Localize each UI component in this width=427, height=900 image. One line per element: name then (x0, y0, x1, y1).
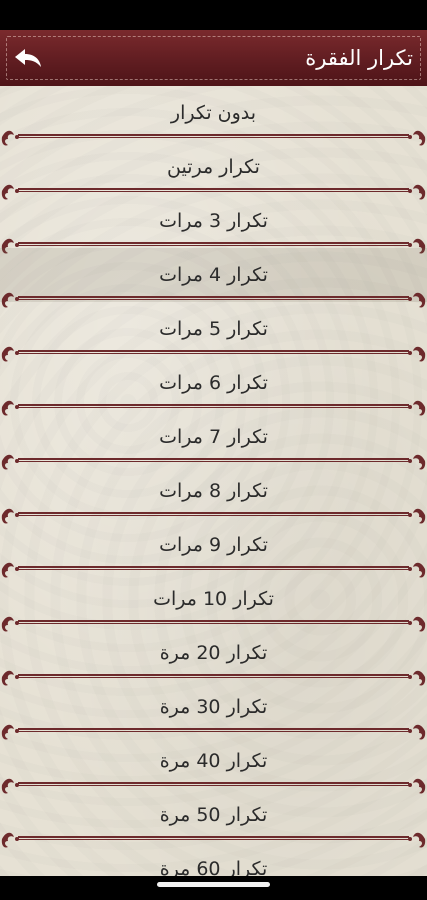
row-divider (18, 242, 409, 246)
row-divider (18, 134, 409, 138)
list-item-label: تكرار 20 مرة (159, 642, 268, 664)
row-divider (18, 620, 409, 624)
list-item-twice[interactable]: تكرار مرتين (0, 140, 427, 200)
list-item-label: تكرار 8 مرات (159, 480, 268, 502)
row-divider (18, 458, 409, 462)
list-item-label: تكرار 3 مرات (159, 210, 268, 232)
list-item-60-times[interactable]: تكرار 60 مرة (0, 842, 427, 876)
status-bar (0, 0, 427, 30)
list-item-6-times[interactable]: تكرار 6 مرات (0, 356, 427, 416)
row-divider (18, 566, 409, 570)
list-item-label: تكرار 30 مرة (159, 696, 268, 718)
list-item-8-times[interactable]: تكرار 8 مرات (0, 464, 427, 524)
list-item-label: تكرار 60 مرة (159, 858, 268, 876)
row-divider (18, 296, 409, 300)
list-item-50-times[interactable]: تكرار 50 مرة (0, 788, 427, 848)
list-item-label: تكرار 6 مرات (159, 372, 268, 394)
home-bar-area (0, 876, 427, 900)
row-divider (18, 404, 409, 408)
row-divider (18, 728, 409, 732)
list-item-label: تكرار 4 مرات (159, 264, 268, 286)
page-title: تكرار الفقرة (305, 46, 413, 70)
list-item-20-times[interactable]: تكرار 20 مرة (0, 626, 427, 686)
app-header: تكرار الفقرة (0, 30, 427, 86)
row-divider (18, 512, 409, 516)
list-item-label: تكرار 50 مرة (159, 804, 268, 826)
list-item-3-times[interactable]: تكرار 3 مرات (0, 194, 427, 254)
back-arrow-icon (15, 49, 41, 67)
row-divider (18, 674, 409, 678)
row-divider (18, 188, 409, 192)
repeat-options-list: بدون تكرار تكرار مرتين تكرار 3 مرات تكرا… (0, 86, 427, 876)
list-item-40-times[interactable]: تكرار 40 مرة (0, 734, 427, 794)
row-divider (18, 836, 409, 840)
list-item-label: تكرار مرتين (167, 156, 260, 178)
list-item-no-repeat[interactable]: بدون تكرار (0, 86, 427, 146)
list-item-7-times[interactable]: تكرار 7 مرات (0, 410, 427, 470)
list-item-label: تكرار 7 مرات (159, 426, 268, 448)
list-item-4-times[interactable]: تكرار 4 مرات (0, 248, 427, 308)
list-item-30-times[interactable]: تكرار 30 مرة (0, 680, 427, 740)
list-item-9-times[interactable]: تكرار 9 مرات (0, 518, 427, 578)
row-divider (18, 782, 409, 786)
list-item-label: تكرار 10 مرات (153, 588, 274, 610)
back-button[interactable] (8, 40, 48, 76)
list-item-10-times[interactable]: تكرار 10 مرات (0, 572, 427, 632)
list-item-label: تكرار 9 مرات (159, 534, 268, 556)
list-item-label: تكرار 40 مرة (159, 750, 268, 772)
list-item-label: بدون تكرار (170, 102, 257, 124)
row-divider (18, 350, 409, 354)
list-item-5-times[interactable]: تكرار 5 مرات (0, 302, 427, 362)
home-indicator[interactable] (157, 882, 270, 887)
list-item-label: تكرار 5 مرات (159, 318, 268, 340)
